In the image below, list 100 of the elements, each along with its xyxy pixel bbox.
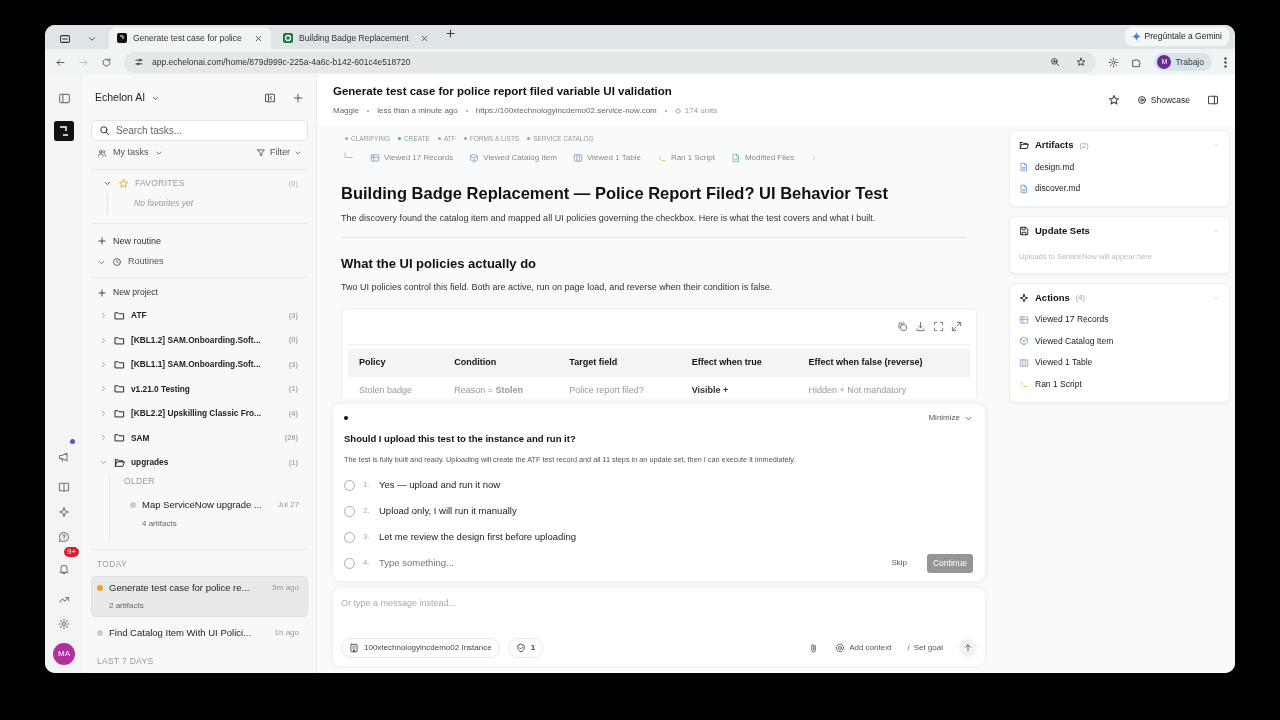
answer-option[interactable]: 1. Yes — upload and run it now — [344, 472, 973, 499]
diamond-icon — [674, 107, 681, 114]
units-text: 174 units — [684, 104, 718, 117]
zoom-icon[interactable] — [1050, 57, 1061, 67]
extension-gear-icon[interactable] — [1108, 56, 1120, 68]
reload-icon[interactable] — [101, 56, 112, 68]
bookmark-star-icon[interactable] — [1076, 57, 1087, 67]
users-icon — [97, 148, 107, 159]
chevron-icon[interactable] — [99, 408, 108, 418]
download-icon[interactable] — [915, 321, 926, 332]
add-context-button[interactable]: Add context — [849, 642, 892, 654]
fullscreen-icon[interactable] — [933, 321, 944, 332]
action-item[interactable]: Ran 1 Script — [1035, 377, 1082, 391]
bell-icon[interactable] — [58, 562, 70, 575]
filter-button[interactable]: Filter — [270, 146, 290, 160]
gemini-button[interactable]: Pregúntale a Gemini — [1124, 27, 1229, 46]
action-item[interactable]: Viewed Catalog Item — [1035, 334, 1114, 348]
user-avatar[interactable]: MA — [53, 643, 75, 665]
new-routine-link[interactable]: New routine — [113, 234, 162, 249]
group-heading: LAST 7 DAYS — [96, 655, 155, 668]
book-icon[interactable] — [58, 481, 70, 493]
bullet-icon — [344, 416, 348, 420]
app-logo-icon — [117, 33, 127, 43]
workspace-switcher[interactable]: Echelon AI — [95, 90, 146, 107]
card-title: Update Sets — [1035, 224, 1090, 239]
chevron-icon[interactable] — [99, 433, 108, 443]
chevron-icon[interactable] — [99, 384, 108, 394]
my-tasks-dropdown[interactable]: My tasks — [113, 146, 149, 160]
chevron-icon[interactable] — [99, 311, 108, 321]
table-cell: Hidden + Not mandatory — [797, 376, 970, 398]
settings-icon[interactable] — [58, 618, 70, 630]
favorite-star-icon[interactable] — [1107, 94, 1120, 106]
action-chip[interactable]: Viewed 17 Records — [384, 151, 454, 164]
routines-heading[interactable]: Routines — [128, 255, 164, 269]
card-title: Actions — [1035, 290, 1070, 305]
app-logo-icon[interactable] — [54, 121, 74, 141]
browser-tab[interactable]: Building Badge Replacement — [275, 27, 437, 49]
task-title: Find Catalog Item With UI Polici... — [109, 626, 252, 640]
skip-button[interactable]: Skip — [891, 557, 907, 570]
action-chip[interactable]: Viewed 1 Table — [586, 151, 641, 164]
building-icon — [349, 643, 359, 653]
sidebar-toggle-icon[interactable] — [57, 92, 71, 105]
file-link[interactable]: design.md — [1035, 160, 1075, 174]
column-header: Target field — [558, 349, 681, 377]
minimize-button[interactable]: Minimize — [928, 412, 973, 424]
help-chat-icon[interactable] — [58, 531, 70, 543]
menu-icon[interactable] — [1224, 56, 1227, 68]
task-item[interactable]: Map ServiceNow upgrade ... Jul 27 4 artifacts — [124, 493, 308, 535]
action-item[interactable]: Viewed 1 Table — [1035, 356, 1093, 370]
sparkle-icon[interactable] — [58, 506, 70, 518]
folder-icon — [114, 383, 125, 395]
table-icon — [572, 152, 583, 163]
send-button[interactable] — [959, 639, 977, 657]
favorites-heading: FAVORITES — [135, 177, 185, 190]
expand-icon[interactable] — [951, 321, 962, 332]
checks-chip[interactable]: 1 — [507, 638, 544, 658]
message-field[interactable]: Or type a message instead... — [341, 597, 977, 611]
notification-badge: 9+ — [64, 547, 80, 557]
close-icon[interactable] — [254, 33, 263, 43]
action-chip[interactable]: Modified Files — [744, 151, 795, 164]
forward-icon — [78, 56, 89, 68]
task-title: Generate test case for police re... — [109, 580, 250, 595]
search-icon — [99, 125, 110, 137]
extensions-icon[interactable] — [1131, 56, 1143, 68]
chevron-icon[interactable] — [99, 359, 108, 369]
clock-icon — [112, 257, 122, 268]
collapse-sidebar-icon[interactable] — [264, 92, 276, 105]
chevron-icon[interactable] — [99, 335, 108, 345]
task-item[interactable]: Generate test case for police re... 5m ago 2 artifacts — [91, 575, 308, 617]
action-chip[interactable]: Viewed Catalog Item — [483, 151, 557, 164]
action-chip[interactable]: Ran 1 Script — [670, 151, 715, 164]
grid-icon — [1019, 314, 1029, 325]
showcase-button[interactable]: Showcase — [1135, 92, 1191, 108]
close-icon[interactable] — [420, 33, 429, 43]
cube-icon — [469, 152, 480, 163]
task-time: 5m ago — [272, 581, 299, 594]
new-task-icon[interactable] — [292, 92, 304, 105]
grid-icon — [370, 152, 380, 163]
open-folder-icon — [114, 456, 125, 468]
instance-chip[interactable]: 100xtechnologyincdemo02 Instance — [341, 638, 500, 658]
chevron-down-icon[interactable] — [87, 34, 97, 44]
megaphone-icon[interactable] — [58, 450, 70, 463]
action-item[interactable]: Viewed 17 Records — [1035, 313, 1109, 327]
group-heading: OLDER — [124, 474, 156, 488]
task-item[interactable]: Find Catalog Item With UI Polici... 1h ago — [91, 621, 308, 646]
site-settings-icon[interactable] — [134, 57, 144, 67]
address-bar[interactable]: app.echelonai.com/home/879d999c-225a-4a6c-b142-601c4e518720 — [124, 51, 1097, 73]
answer-option[interactable]: 2. Upload only, I will run it manually — [344, 498, 973, 525]
arrow-up-icon — [963, 643, 973, 653]
new-tab-icon[interactable] — [445, 28, 456, 40]
set-goal-button[interactable]: Set goal — [913, 642, 943, 654]
copy-icon[interactable] — [897, 321, 908, 332]
file-link[interactable]: discover.md — [1035, 182, 1081, 195]
answer-option[interactable]: 3. Let me review the design first before uploading — [344, 524, 973, 551]
search-field[interactable]: Search tasks... — [91, 120, 308, 142]
tab-search-icon[interactable] — [59, 33, 71, 45]
browser-tab[interactable]: Generate test case for police — [109, 27, 271, 49]
toggle-panel-icon[interactable] — [1207, 94, 1219, 106]
back-icon[interactable] — [55, 56, 66, 68]
new-project-link[interactable]: New project — [113, 286, 158, 299]
